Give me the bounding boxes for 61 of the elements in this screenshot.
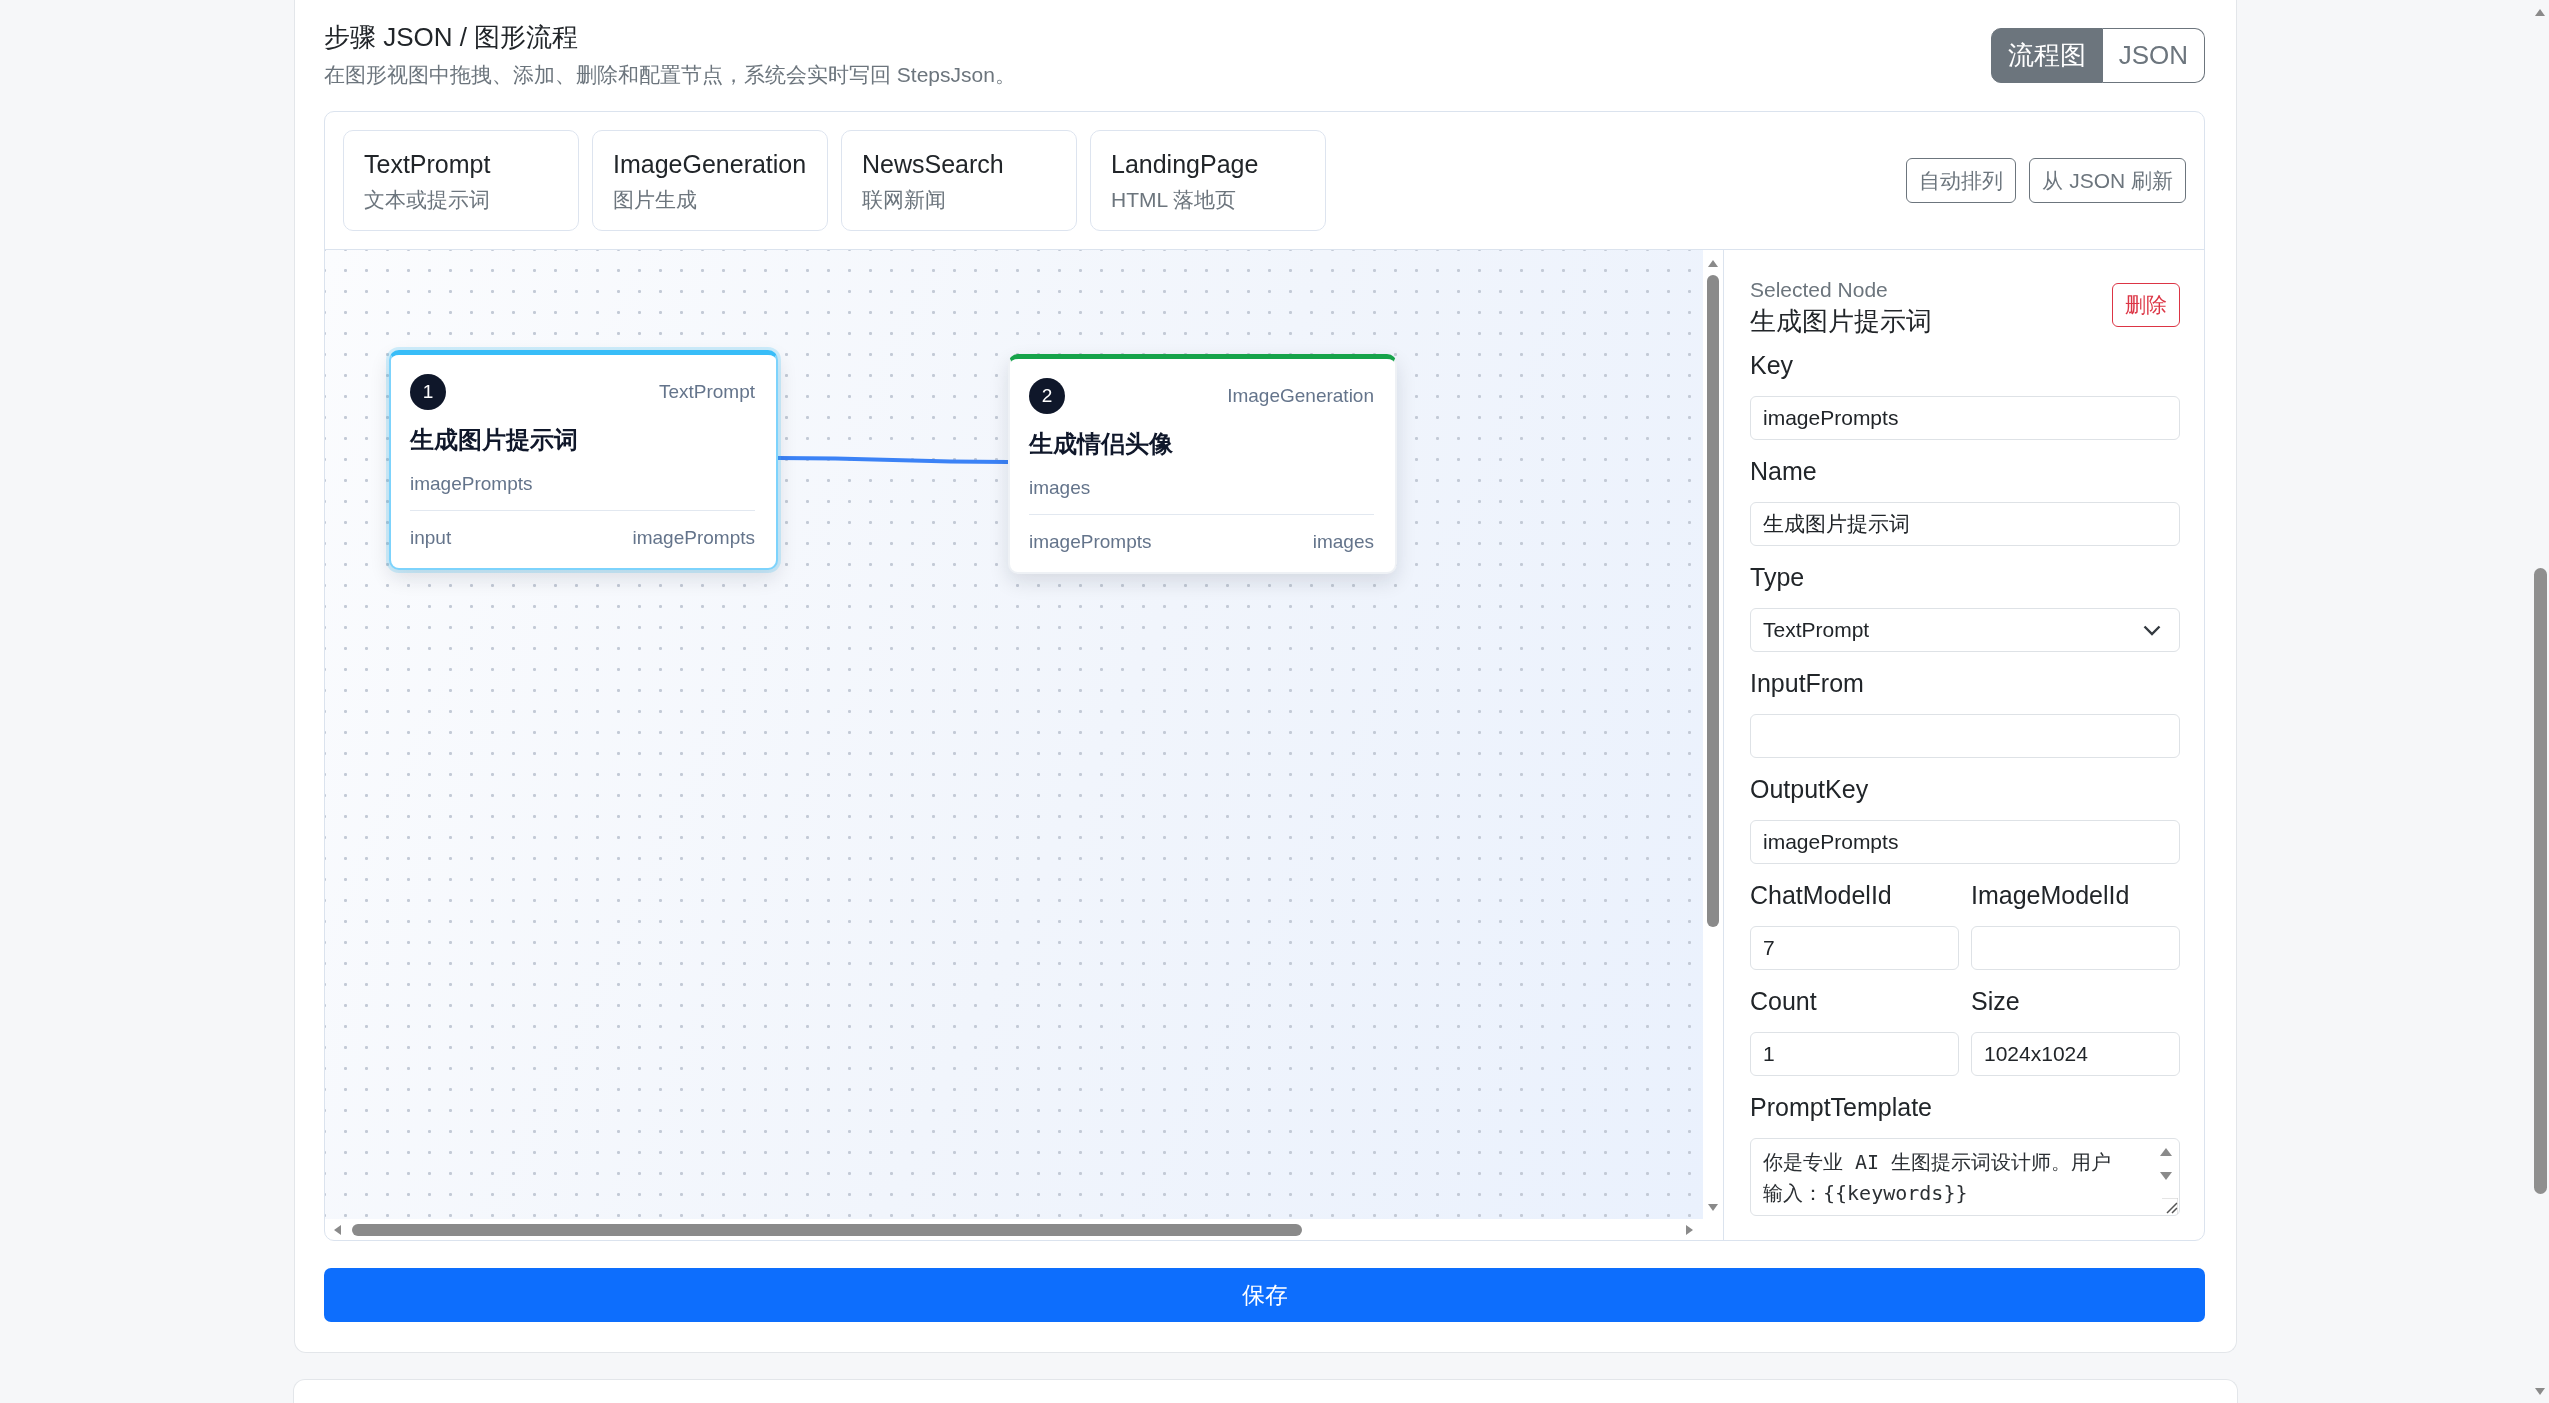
node-type: TextPrompt	[658, 380, 755, 404]
prompt-template-field[interactable]: 你是专业 AI 生图提示词设计师。用户输入：{{keywords}}	[1750, 1138, 2180, 1216]
delete-button[interactable]: 删除	[2112, 283, 2180, 327]
scrollbar-thumb[interactable]	[2533, 568, 2547, 1194]
down-arrow-icon[interactable]	[1708, 1204, 1718, 1211]
field-label: ChatModelId	[1750, 880, 1893, 911]
palette-item[interactable]: NewsSearch 联网新闻	[841, 130, 1077, 231]
node-title: 生成情侣头像	[1029, 429, 1174, 459]
section-title: 步骤 JSON / 图形流程	[324, 22, 580, 53]
scrollbar-thumb[interactable]	[1707, 275, 1719, 927]
field-label: Type	[1750, 562, 1806, 593]
field-label: Size	[1971, 986, 2021, 1017]
right-arrow-icon[interactable]	[1686, 1224, 1693, 1235]
palette-item[interactable]: LandingPage HTML 落地页	[1090, 130, 1326, 231]
field-label: PromptTemplate	[1750, 1092, 1934, 1123]
up-arrow-icon[interactable]	[1708, 260, 1718, 267]
resize-grip-icon[interactable]	[2162, 1198, 2178, 1214]
section-description: 在图形视图中拖拽、添加、删除和配置节点，系统会实时写回 StepsJson。	[324, 62, 1016, 88]
scrollbar-thumb[interactable]	[352, 1223, 1302, 1236]
toolbar-button[interactable]: 自动排列	[1906, 158, 2017, 203]
chevron-down-icon	[2143, 624, 2161, 636]
save-button[interactable]: 保存	[324, 1268, 2205, 1322]
text-field[interactable]: 7	[1750, 926, 1959, 970]
node-title: 生成图片提示词	[410, 425, 579, 455]
left-arrow-icon[interactable]	[334, 1224, 341, 1235]
field-label: Count	[1750, 986, 1818, 1017]
up-arrow-icon[interactable]	[2160, 1148, 2172, 1156]
text-field[interactable]: 1024x1024	[1971, 1032, 2180, 1076]
text-field[interactable]: imagePrompts	[1750, 396, 2180, 440]
text-field[interactable]: imagePrompts	[1750, 820, 2180, 864]
field-label: Key	[1750, 350, 1795, 381]
node-input-port: input	[410, 526, 452, 550]
node-number: 1	[410, 374, 446, 410]
field-label: OutputKey	[1750, 774, 1870, 805]
node-output-port: images	[1312, 530, 1374, 554]
node-output-key: imagePrompts	[410, 472, 755, 496]
field-label: ImageModelId	[1971, 880, 2131, 911]
down-arrow-icon[interactable]	[2535, 1388, 2545, 1395]
view-tab[interactable]: 流程图	[1990, 28, 2103, 83]
inspector-caption: Selected Node	[1750, 277, 1889, 302]
field-label: InputFrom	[1750, 668, 1865, 699]
toolbar-button[interactable]: 从 JSON 刷新	[2029, 158, 2186, 203]
field-label: Name	[1750, 456, 1818, 487]
node-output-key: images	[1029, 476, 1374, 500]
up-arrow-icon[interactable]	[2535, 9, 2545, 16]
view-tab[interactable]: JSON	[2102, 28, 2205, 83]
flow-node[interactable]: 2 ImageGeneration 生成情侣头像 images imagePrompts images	[1008, 354, 1397, 574]
text-field[interactable]: 生成图片提示词	[1750, 502, 2180, 546]
text-field[interactable]	[1971, 926, 2180, 970]
palette-item[interactable]: ImageGeneration 图片生成	[592, 130, 828, 231]
selected-node-name: 生成图片提示词	[1750, 306, 1932, 337]
node-type: ImageGeneration	[1227, 384, 1374, 408]
node-number: 2	[1029, 378, 1065, 414]
text-field[interactable]: 1	[1750, 1032, 1959, 1076]
palette-item[interactable]: TextPrompt 文本或提示词	[343, 130, 579, 231]
type-select[interactable]: TextPrompt	[1750, 608, 2180, 652]
flow-node[interactable]: 1 TextPrompt 生成图片提示词 imagePrompts input imagePrompts	[389, 350, 778, 570]
down-arrow-icon[interactable]	[2160, 1172, 2172, 1180]
node-input-port: imagePrompts	[1029, 530, 1152, 554]
node-output-port: imagePrompts	[632, 526, 755, 550]
text-field[interactable]	[1750, 714, 2180, 758]
